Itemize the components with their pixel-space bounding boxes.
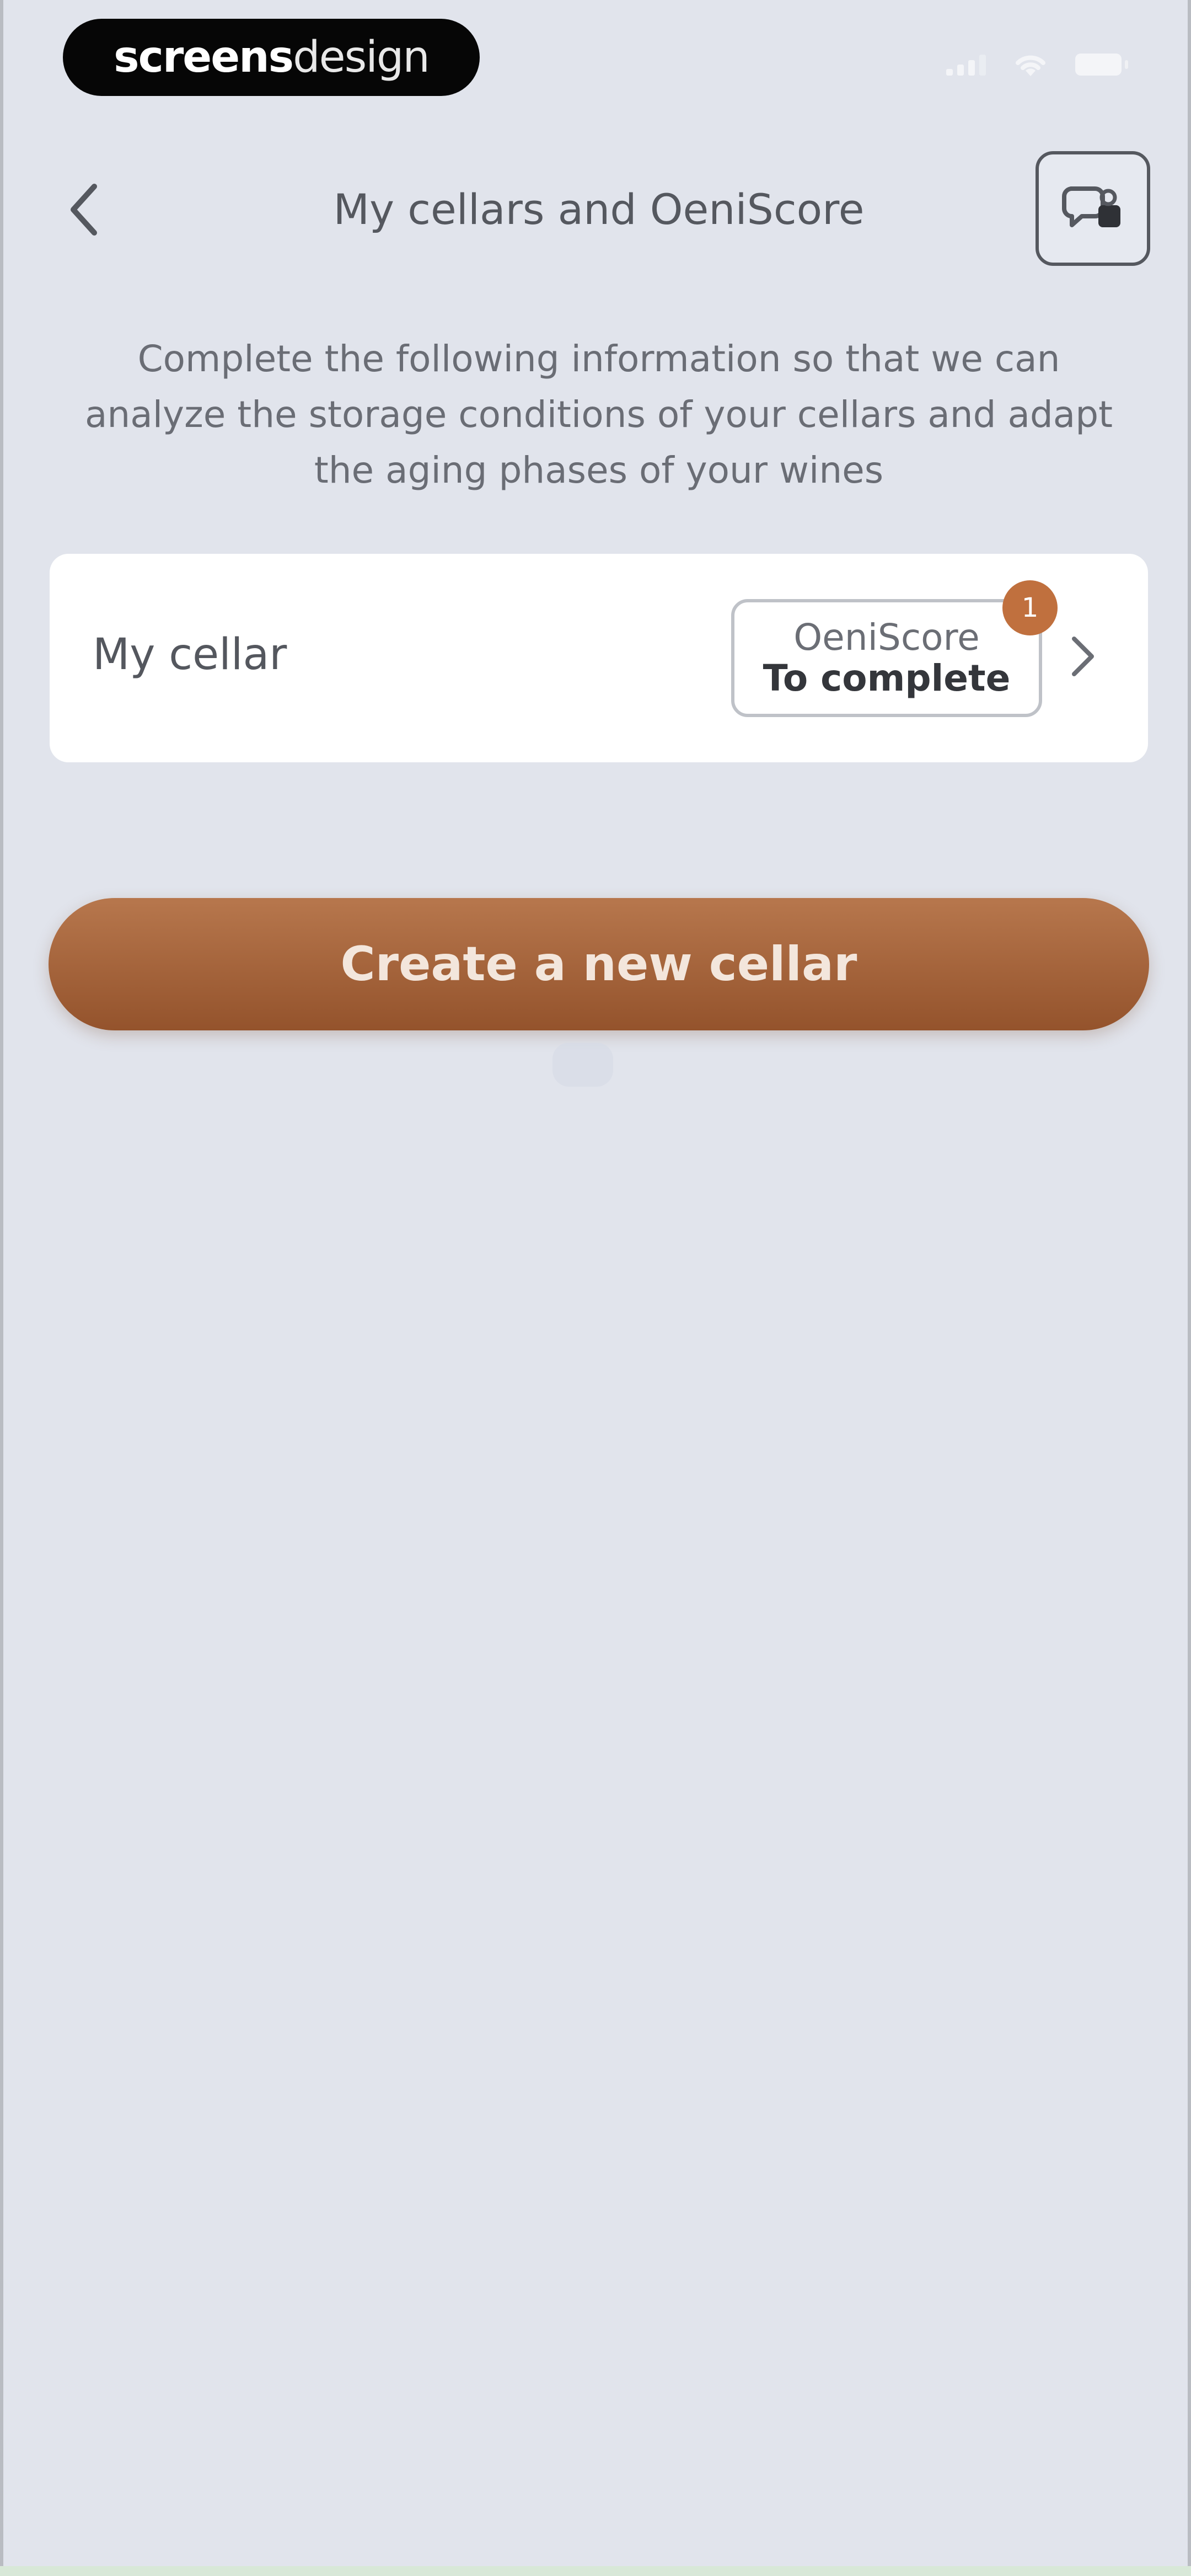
scroll-hint xyxy=(552,1043,613,1087)
cellar-card[interactable]: My cellar OeniScore To complete xyxy=(50,554,1148,762)
notification-badge: 1 xyxy=(1002,580,1058,635)
create-cellar-button[interactable]: Create a new cellar xyxy=(49,898,1149,1030)
oeniscore-label: OeniScore xyxy=(793,616,980,659)
bottom-strip xyxy=(0,2566,1191,2576)
back-button[interactable] xyxy=(58,177,108,243)
status-icons xyxy=(946,51,1128,78)
brand-logo: screens design xyxy=(63,19,480,96)
oeniscore-badge[interactable]: OeniScore To complete xyxy=(731,599,1042,717)
page-title: My cellars and OeniScore xyxy=(333,185,865,234)
wifi-icon xyxy=(1016,55,1045,76)
brand-logo-light: design xyxy=(293,33,430,82)
cellular-signal-icon xyxy=(946,54,986,76)
cellar-name: My cellar xyxy=(93,630,287,680)
chevron-right-icon[interactable] xyxy=(1066,634,1099,678)
oeniscore-status: To complete xyxy=(763,657,1011,699)
battery-icon xyxy=(1075,54,1128,76)
chat-help-icon xyxy=(1062,186,1120,227)
chevron-left-icon xyxy=(71,184,97,236)
app-screen: screens design My cellars and OeniScore C… xyxy=(0,0,1191,2576)
intro-text: Complete the following information so th… xyxy=(84,338,1113,491)
brand-logo-bold: screens xyxy=(114,33,294,82)
help-button[interactable] xyxy=(1036,151,1150,266)
